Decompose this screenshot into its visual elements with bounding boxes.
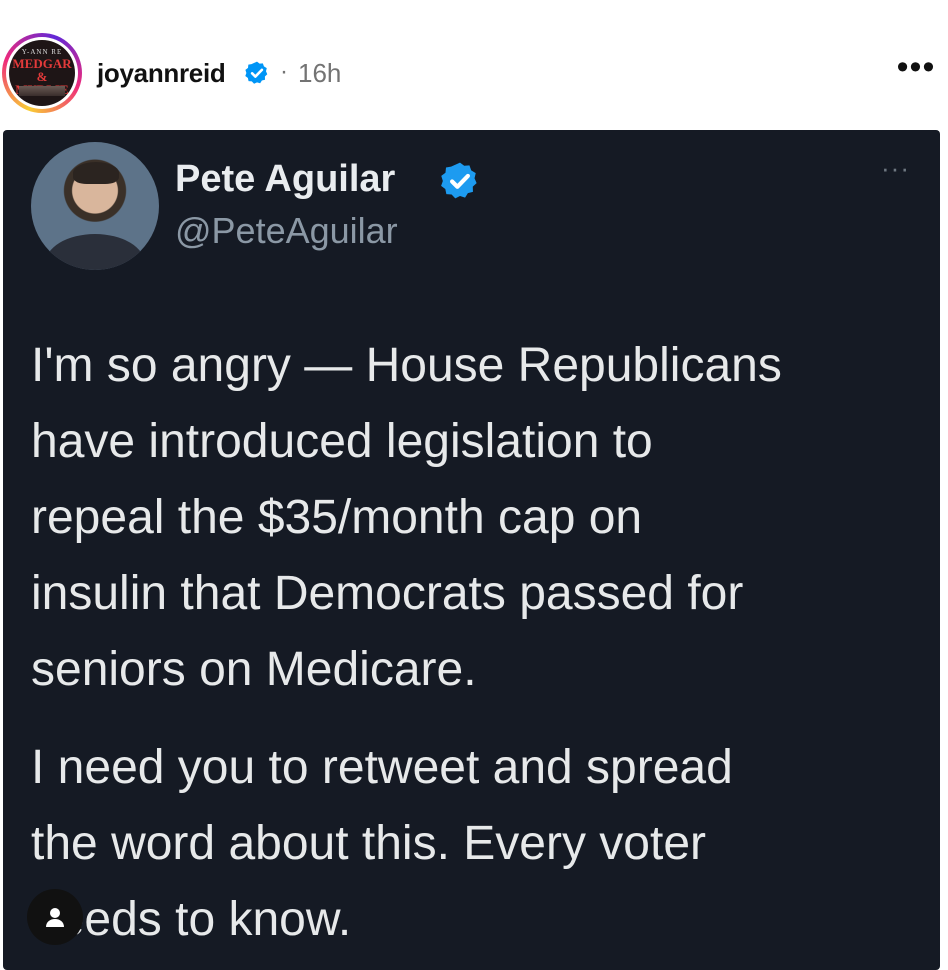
tweet-line: needs to know. — [31, 893, 352, 946]
tweet-paragraph-1: I'm so angry — House Republicans have in… — [31, 328, 931, 708]
tweet-author-handle: @PeteAguilar — [175, 210, 398, 251]
more-options-button[interactable]: ••• — [896, 50, 936, 86]
tweet-line: seniors on Medicare. — [31, 643, 477, 696]
tweet-more-icon: ··· — [881, 153, 910, 183]
tweet-line: I'm so angry — House Republicans — [31, 339, 782, 392]
tweet-line: I need you to retweet and spread — [31, 741, 733, 794]
avatar-image: Y-ANN RE MEDGAR & MYRLIE — [9, 40, 75, 106]
verified-icon — [245, 61, 268, 84]
person-icon — [46, 908, 64, 927]
post-timestamp[interactable]: 16h — [298, 58, 341, 89]
tweet-author-avatar — [31, 142, 159, 270]
post-header: Y-ANN RE MEDGAR & MYRLIE joyannreid · 16… — [0, 0, 948, 130]
story-avatar[interactable]: Y-ANN RE MEDGAR & MYRLIE — [2, 33, 82, 113]
post-media[interactable]: Pete Aguilar @PeteAguilar ··· I'm so ang… — [3, 130, 940, 970]
tweet-line: have introduced legislation to — [31, 415, 653, 468]
avatar-book-top-text: Y-ANN RE — [21, 48, 63, 56]
tweet-line: the word about this. Every voter — [31, 817, 706, 870]
tweet-line: repeal the $35/month cap on — [31, 491, 643, 544]
separator-dot: · — [280, 58, 288, 85]
tweet-line: insulin that Democrats passed for — [31, 567, 744, 620]
tweet-paragraph-2: I need you to retweet and spread the wor… — [31, 730, 931, 958]
tagged-users-button[interactable] — [27, 889, 83, 945]
tweet-author-name: Pete Aguilar — [175, 158, 396, 200]
post-username[interactable]: joyannreid — [97, 58, 226, 89]
tweet-verified-icon — [441, 162, 477, 199]
